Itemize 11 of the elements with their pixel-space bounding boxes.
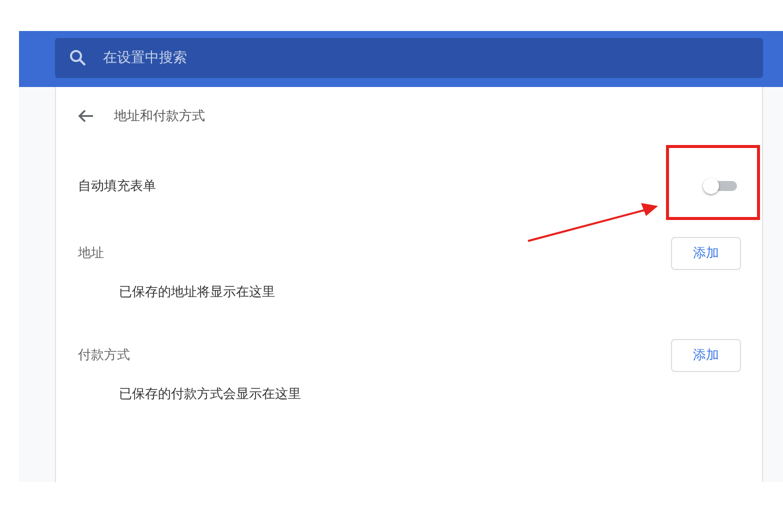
autofill-label: 自动填充表单: [78, 178, 156, 195]
section-label: 付款方式: [78, 347, 130, 364]
search-field[interactable]: 在设置中搜索: [55, 38, 763, 78]
add-button[interactable]: 添加: [671, 338, 741, 372]
section-label: 地址: [78, 245, 104, 262]
empty-message: 已保存的付款方式会显示在这里: [118, 386, 302, 404]
add-button[interactable]: 添加: [671, 236, 741, 270]
back-arrow-icon[interactable]: [78, 109, 94, 123]
empty-message: 已保存的地址将显示在这里: [118, 284, 276, 302]
autofill-toggle[interactable]: [703, 178, 737, 194]
page-title: 地址和付款方式: [114, 108, 205, 125]
